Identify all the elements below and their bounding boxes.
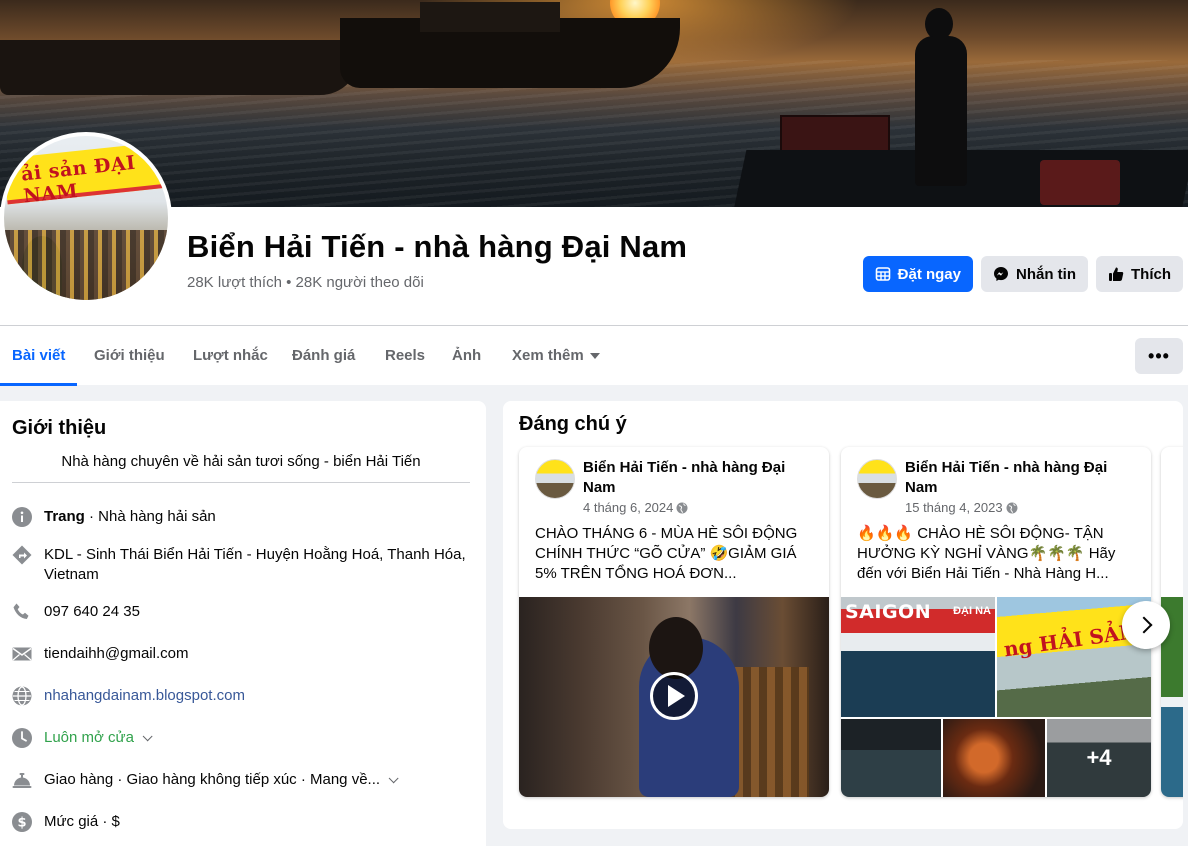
calendar-table-icon xyxy=(875,267,890,281)
more-photos-count: +4 xyxy=(1047,719,1151,797)
more-options-button[interactable]: ••• xyxy=(1135,338,1183,374)
caret-down-icon xyxy=(589,353,600,360)
globe-icon xyxy=(12,686,32,706)
hours-text: Luôn mở cửa xyxy=(44,729,134,746)
intro-description: Nhà hàng chuyên về hải sản tươi sống - b… xyxy=(12,453,470,483)
like-button[interactable]: Thích xyxy=(1096,256,1183,292)
tab-reviews[interactable]: Đánh giá xyxy=(292,326,355,386)
intro-heading: Giới thiệu xyxy=(12,417,107,439)
tab-see-more[interactable]: Xem thêm xyxy=(512,326,600,386)
info-icon xyxy=(12,507,32,527)
page-avatar[interactable]: ải sản ĐẠI NAM xyxy=(0,132,172,304)
featured-post[interactable]: Biển Hải Tiến - nhà hàng Đại Nam 15 thán… xyxy=(841,447,1151,797)
post-date[interactable]: 4 tháng 6, 2024 xyxy=(583,500,688,515)
phone-text[interactable]: 097 640 24 35 xyxy=(44,602,472,622)
page-stats[interactable]: 28K lượt thích • 28K người theo dõi xyxy=(187,274,424,291)
photo-sign-dainam: ĐẠI NA xyxy=(953,605,991,617)
photo-sign-saigon: SAIGON xyxy=(845,601,932,623)
tab-mentions[interactable]: Lượt nhắc xyxy=(193,326,268,386)
intro-phone-row: 097 640 24 35 xyxy=(12,602,472,622)
intro-category-row: Trang · Nhà hàng hải sản xyxy=(12,507,472,527)
post-video[interactable] xyxy=(519,597,829,797)
tab-posts[interactable]: Bài viết xyxy=(0,326,78,386)
clock-icon xyxy=(12,728,32,748)
message-button[interactable]: Nhắn tin xyxy=(981,256,1088,292)
phone-icon xyxy=(12,602,32,622)
address-text: KDL - Sinh Thái Biển Hải Tiến - Huyện Ho… xyxy=(44,546,466,583)
category-value: · Nhà hàng hải sản xyxy=(84,508,216,525)
dollar-icon: $ xyxy=(12,812,32,832)
chevron-down-icon[interactable] xyxy=(142,731,153,742)
post-author-name[interactable]: Biển Hải Tiến - nhà hàng Đại Nam xyxy=(905,458,1137,498)
globe-icon xyxy=(676,502,688,513)
tab-reels[interactable]: Reels xyxy=(385,326,425,386)
post-photo[interactable] xyxy=(943,719,1045,797)
more-dots-icon: ••• xyxy=(1148,345,1170,366)
page-tabs: Bài viết Giới thiệu Lượt nhắc Đánh giá R… xyxy=(0,325,1188,386)
book-now-label: Đặt ngay xyxy=(897,265,961,283)
intro-price-row: $ Mức giá · $ xyxy=(12,812,472,832)
intro-website-row: nhahangdainam.blogspot.com xyxy=(12,686,472,706)
intro-email-row: tiendaihh@gmail.com xyxy=(12,644,472,664)
post-date-text: 4 tháng 6, 2024 xyxy=(583,500,674,515)
facebook-page: ải sản ĐẠI NAM Biển Hải Tiến - nhà hàng … xyxy=(0,0,1188,846)
post-author-name[interactable]: Biển Hải Tiến - nhà hàng Đại Nam xyxy=(583,458,815,498)
post-photo[interactable]: SAIGON ĐẠI NA xyxy=(841,597,995,717)
category-label: Trang xyxy=(44,508,85,525)
tab-photos[interactable]: Ảnh xyxy=(452,326,481,386)
thumbs-up-icon xyxy=(1109,267,1124,281)
notable-card: Đáng chú ý Biển Hải Tiến - nhà hàng Đại … xyxy=(503,401,1183,829)
post-author-avatar[interactable] xyxy=(535,459,575,499)
notable-heading: Đáng chú ý xyxy=(519,413,627,435)
directions-icon xyxy=(12,545,32,565)
email-text[interactable]: tiendaihh@gmail.com xyxy=(44,644,472,664)
post-date[interactable]: 15 tháng 4, 2023 xyxy=(905,500,1018,515)
globe-icon xyxy=(1006,502,1018,513)
like-label: Thích xyxy=(1131,265,1171,283)
tab-about[interactable]: Giới thiệu xyxy=(94,326,165,386)
mail-icon xyxy=(12,644,32,664)
tab-see-more-label: Xem thêm xyxy=(512,347,584,364)
website-link[interactable]: nhahangdainam.blogspot.com xyxy=(44,686,472,706)
intro-address-row: KDL - Sinh Thái Biển Hải Tiến - Huyện Ho… xyxy=(12,545,472,585)
post-photo[interactable] xyxy=(841,719,941,797)
intro-hours-row[interactable]: Luôn mở cửa xyxy=(12,728,472,748)
carousel-next-button[interactable] xyxy=(1122,601,1170,649)
messenger-icon xyxy=(994,267,1008,281)
book-now-button[interactable]: Đặt ngay xyxy=(862,256,973,292)
post-author-avatar[interactable] xyxy=(857,459,897,499)
service-bell-icon xyxy=(12,770,32,790)
intro-card: Giới thiệu Nhà hàng chuyên về hải sản tư… xyxy=(0,401,486,846)
post-photo-grid[interactable]: SAIGON ĐẠI NA ng HẢI SẢN ĐẠI N +4 xyxy=(841,597,1151,797)
play-icon[interactable] xyxy=(650,672,698,720)
cover-photo[interactable] xyxy=(0,0,1188,207)
delivery-text: Giao hàng · Giao hàng không tiếp xúc · M… xyxy=(44,771,381,788)
chevron-down-icon[interactable] xyxy=(388,773,399,784)
message-label: Nhắn tin xyxy=(1016,265,1076,283)
post-date-text: 15 tháng 4, 2023 xyxy=(905,500,1003,515)
post-photo[interactable]: +4 xyxy=(1047,719,1151,797)
post-text: CHÀO THÁNG 6 - MÙA HÈ SÔI ĐỘNG CHÍNH THỨ… xyxy=(535,525,798,582)
page-actions: Đặt ngay Nhắn tin Thích xyxy=(862,256,1183,292)
svg-text:$: $ xyxy=(17,816,26,831)
featured-post[interactable]: Biển Hải Tiến - nhà hàng Đại Nam 4 tháng… xyxy=(519,447,829,797)
page-title: Biển Hải Tiến - nhà hàng Đại Nam xyxy=(187,229,688,264)
post-text: 🔥🔥🔥 CHÀO HÈ SÔI ĐỘNG- TẬN HƯỞNG KỲ NGHỈ … xyxy=(857,525,1116,582)
price-text: Mức giá · $ xyxy=(44,813,120,830)
intro-delivery-row[interactable]: Giao hàng · Giao hàng không tiếp xúc · M… xyxy=(12,770,472,790)
